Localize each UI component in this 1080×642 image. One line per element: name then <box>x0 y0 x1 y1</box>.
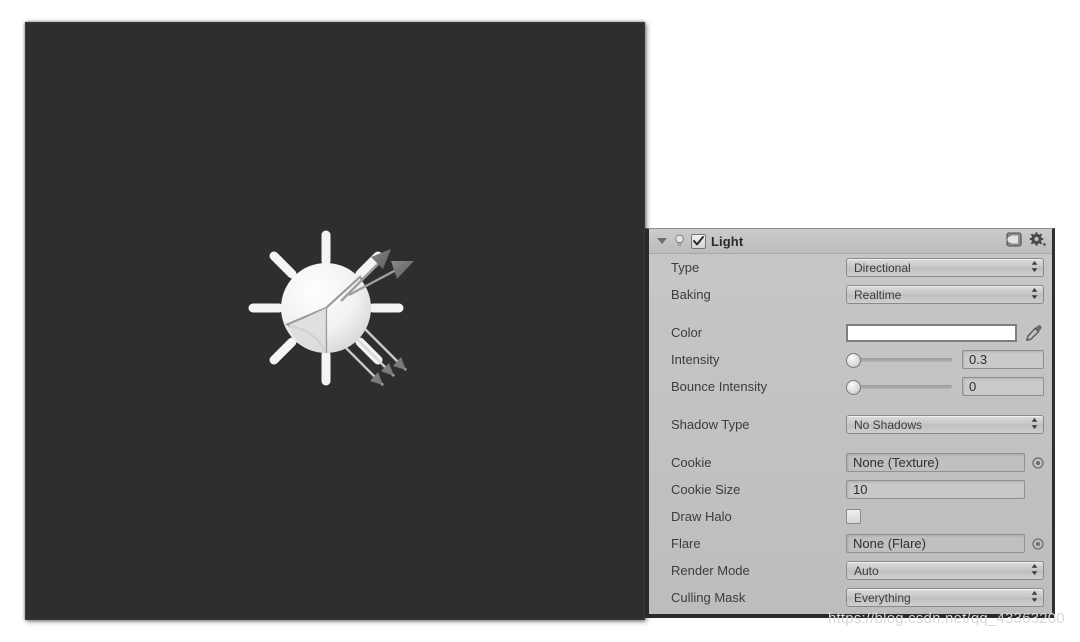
label-baking: Baking <box>671 287 711 302</box>
stepper-arrows-icon <box>1029 590 1039 605</box>
stepper-arrows-icon <box>1029 417 1039 432</box>
light-bulb-icon <box>674 234 685 248</box>
light-gizmo-svg <box>248 230 414 386</box>
flare-object-field[interactable]: None (Flare) <box>846 534 1025 553</box>
culling-mask-dropdown[interactable]: Everything <box>846 588 1044 607</box>
gear-icon[interactable] <box>1029 232 1046 250</box>
stepper-arrows-icon <box>1029 563 1039 578</box>
label-draw-halo: Draw Halo <box>671 509 732 524</box>
bounce-intensity-value-field[interactable]: 0 <box>962 377 1044 396</box>
component-title: Light <box>711 233 744 249</box>
label-culling-mask: Culling Mask <box>671 590 746 605</box>
light-enabled-checkbox[interactable] <box>691 233 706 249</box>
book-icon[interactable] <box>1006 232 1022 250</box>
color-swatch[interactable] <box>846 323 1017 342</box>
field-row-render-mode[interactable]: Render Mode Auto <box>649 557 1052 584</box>
bounce-intensity-slider-track[interactable] <box>846 379 952 395</box>
field-row-flare[interactable]: Flare None (Flare) <box>649 530 1052 557</box>
culling-mask-dropdown-value: Everything <box>854 590 911 605</box>
label-cookie-size: Cookie Size <box>671 482 741 497</box>
intensity-value-field[interactable]: 0.3 <box>962 350 1044 369</box>
field-row-draw-halo[interactable]: Draw Halo <box>649 503 1052 530</box>
label-shadow-type: Shadow Type <box>671 417 750 432</box>
baking-dropdown[interactable]: Realtime <box>846 285 1044 304</box>
field-row-bounce-intensity[interactable]: Bounce Intensity 0 <box>649 373 1052 400</box>
field-row-type[interactable]: Type Directional <box>649 254 1052 281</box>
type-dropdown-value: Directional <box>854 260 911 275</box>
field-row-culling-mask[interactable]: Culling Mask Everything <box>649 584 1052 611</box>
field-row-intensity[interactable]: Intensity 0.3 <box>649 346 1052 373</box>
field-row-cookie-size[interactable]: Cookie Size 10 <box>649 476 1052 503</box>
field-row-baking[interactable]: Baking Realtime <box>649 281 1052 308</box>
cookie-size-input[interactable]: 10 <box>846 480 1025 499</box>
field-row-color[interactable]: Color <box>649 319 1052 346</box>
label-cookie: Cookie <box>671 455 712 470</box>
bounce-intensity-slider-knob[interactable] <box>846 379 861 395</box>
object-picker-icon[interactable] <box>1031 456 1044 469</box>
label-flare: Flare <box>671 536 701 551</box>
cookie-object-field[interactable]: None (Texture) <box>846 453 1025 472</box>
baking-dropdown-value: Realtime <box>854 287 902 302</box>
bounce-intensity-slider[interactable] <box>846 379 962 395</box>
triangle-down-icon[interactable] <box>657 238 667 244</box>
label-bounce-intensity: Bounce Intensity <box>671 379 768 394</box>
field-row-shadow-type[interactable]: Shadow Type No Shadows <box>649 411 1052 438</box>
intensity-slider[interactable] <box>846 352 962 368</box>
field-row-cookie[interactable]: Cookie None (Texture) <box>649 449 1052 476</box>
type-dropdown[interactable]: Directional <box>846 258 1044 277</box>
directional-light-gizmo[interactable] <box>231 213 451 433</box>
intensity-slider-track[interactable] <box>846 352 952 368</box>
render-mode-dropdown-value: Auto <box>854 563 879 578</box>
light-inspector-panel[interactable]: Light Type Directional Baking Realtime C… <box>645 228 1055 618</box>
draw-halo-checkbox[interactable] <box>846 509 861 524</box>
stepper-arrows-icon <box>1029 287 1039 302</box>
scene-view[interactable] <box>25 22 645 620</box>
label-color: Color <box>671 325 703 340</box>
label-intensity: Intensity <box>671 352 720 367</box>
label-render-mode: Render Mode <box>671 563 750 578</box>
object-picker-icon[interactable] <box>1031 537 1044 550</box>
stepper-arrows-icon <box>1029 260 1039 275</box>
label-type: Type <box>671 260 700 275</box>
eyedropper-icon[interactable] <box>1024 324 1044 342</box>
shadow-type-dropdown[interactable]: No Shadows <box>846 415 1044 434</box>
render-mode-dropdown[interactable]: Auto <box>846 561 1044 580</box>
shadow-type-dropdown-value: No Shadows <box>854 417 923 432</box>
component-header[interactable]: Light <box>649 229 1052 254</box>
checkmark-icon <box>693 236 704 246</box>
intensity-slider-knob[interactable] <box>846 352 861 368</box>
